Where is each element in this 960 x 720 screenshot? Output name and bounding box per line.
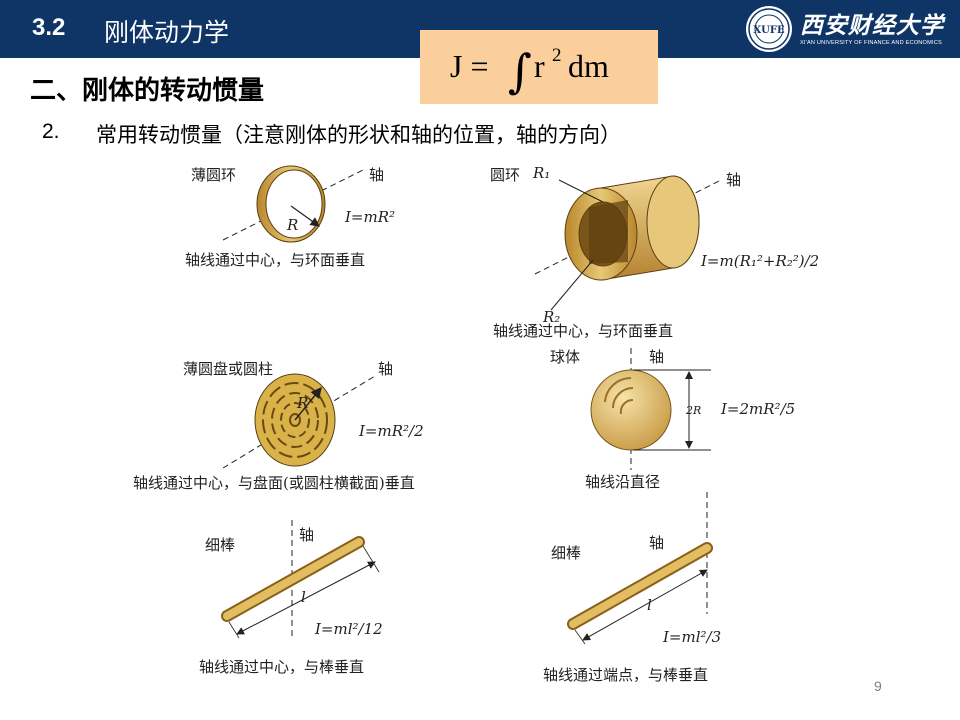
- annulus-name: 圆环: [490, 166, 520, 184]
- sphere-formula: I=2mR²/5: [720, 400, 795, 418]
- rod-center-length: l: [301, 588, 306, 606]
- figure-canvas: 薄圆环 轴 R I=mR² 轴线通过中心，与环面垂直 圆环 R₁ R₂ 轴 I=…: [133, 164, 819, 684]
- formula-lhs: J =: [450, 48, 489, 84]
- subheading: 二、刚体的转动惯量: [30, 76, 265, 106]
- disk-name: 薄圆盘或圆柱: [183, 360, 273, 378]
- university-logo-icon: XUFE: [746, 6, 792, 52]
- formula-box: J = ∫ r 2 dm: [420, 30, 658, 104]
- university-name-cn: 西安财经大学: [800, 12, 944, 39]
- formula-dm: dm: [568, 48, 609, 84]
- sphere-diameter: 2R: [685, 404, 701, 417]
- sphere-axis: 轴: [649, 348, 664, 366]
- thin-ring-axis: 轴: [369, 166, 384, 184]
- item-number: 2.: [42, 120, 60, 143]
- logo-text: XUFE: [753, 25, 785, 36]
- annulus-r1: R₁: [532, 164, 550, 182]
- disk-formula: I=mR²/2: [358, 422, 424, 440]
- disk-radius: R: [296, 394, 308, 412]
- inertia-formula: J = ∫ r 2 dm: [450, 44, 609, 98]
- sphere-panel: 球体 轴 2R I=2mR²/5 轴线沿直径: [550, 348, 795, 491]
- rod-end-name: 细棒: [551, 544, 581, 562]
- annulus-panel: 圆环 R₁ R₂ 轴 I=m(R₁²+R₂²)/2 轴线通过中心，与环面垂直: [490, 164, 819, 340]
- thin-ring-name: 薄圆环: [191, 166, 236, 184]
- rod-end-formula: I=ml²/3: [662, 628, 721, 646]
- formula-r: r: [534, 48, 545, 84]
- disk-caption: 轴线通过中心，与盘面(或圆柱横截面)垂直: [133, 474, 415, 492]
- rod-end-length: l: [647, 596, 652, 614]
- rod-end-panel: 细棒 轴 l I=ml²/3 轴线通过端点，与棒垂直: [543, 492, 721, 684]
- rod-end-shape: [569, 544, 711, 628]
- page-number: 9: [874, 678, 882, 694]
- sphere-name: 球体: [550, 348, 580, 366]
- disk-panel: 薄圆盘或圆柱 轴 R I=mR²/2 轴线通过中心，与盘面(或圆柱横截面)垂直: [133, 360, 424, 492]
- annulus-axis: 轴: [726, 171, 741, 189]
- thin-ring-radius: R: [286, 216, 298, 234]
- item-text: 常用转动惯量（注意刚体的形状和轴的位置，轴的方向）: [96, 123, 621, 147]
- rod-center-name: 细棒: [205, 536, 235, 554]
- moment-of-inertia-figure: 薄圆环 轴 R I=mR² 轴线通过中心，与环面垂直 圆环 R₁ R₂ 轴 I=…: [113, 152, 833, 693]
- sphere-shape: [590, 369, 672, 451]
- rod-center-formula: I=ml²/12: [314, 620, 383, 638]
- annulus-formula: I=m(R₁²+R₂²)/2: [700, 252, 819, 270]
- sphere-caption: 轴线沿直径: [585, 473, 660, 491]
- annulus-caption: 轴线通过中心，与环面垂直: [493, 322, 673, 340]
- formula-exponent: 2: [552, 45, 562, 66]
- rod-end-axis: 轴: [649, 534, 664, 552]
- thin-ring-panel: 薄圆环 轴 R I=mR² 轴线通过中心，与环面垂直: [185, 165, 395, 269]
- rod-center-axis: 轴: [299, 526, 314, 544]
- rod-center-panel: 细棒 轴 l I=ml²/12 轴线通过中心，与棒垂直: [199, 520, 383, 676]
- rod-end-caption: 轴线通过端点，与棒垂直: [543, 666, 708, 684]
- thin-ring-caption: 轴线通过中心，与环面垂直: [185, 251, 365, 269]
- rod-center-caption: 轴线通过中心，与棒垂直: [199, 658, 364, 676]
- integral-sign: ∫: [508, 44, 532, 98]
- section-number: 3.2: [32, 14, 66, 41]
- disk-axis: 轴: [378, 360, 393, 378]
- thin-ring-formula: I=mR²: [344, 208, 395, 226]
- section-title: 刚体动力学: [104, 18, 230, 47]
- university-name-en: XI'AN UNIVERSITY OF FINANCE AND ECONOMIC…: [800, 40, 942, 46]
